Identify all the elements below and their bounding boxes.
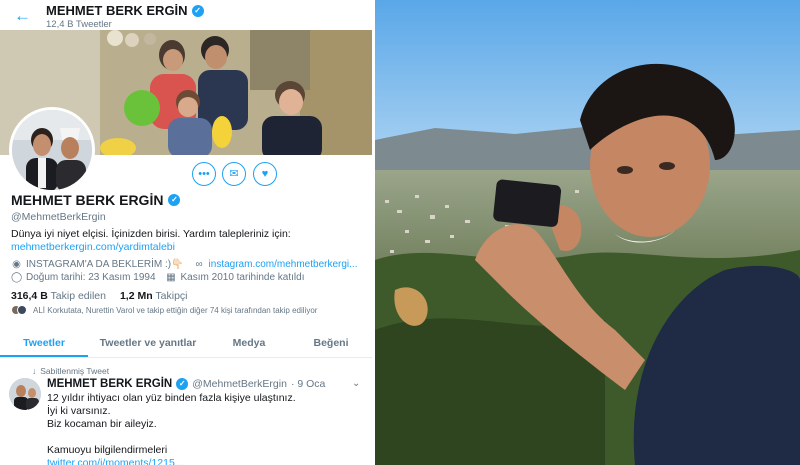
topbar-tweet-count: 12,4 B Tweetler (46, 19, 112, 30)
photo-illustration (375, 0, 800, 465)
tweet-body: 12 yıldır ihtiyacı olan yüz binden fazla… (47, 392, 347, 465)
chevron-down-icon[interactable]: ⌄ (352, 378, 360, 389)
followed-by-text: ALİ Korkutata, Nurettin Varol ve takip e… (33, 305, 318, 315)
profile-name-text: MEHMET BERK ERGİN (11, 192, 164, 208)
tweet-header: MEHMET BERK ERGİN ✓ @MehmetBerkErgin · 9… (47, 378, 325, 390)
following-label: Takip edilen (50, 290, 106, 302)
tab-likes[interactable]: Beğeni (290, 330, 372, 357)
pin-icon: ↓ (32, 366, 37, 376)
following-stat[interactable]: 316,4 B Takip edilen (11, 290, 106, 302)
followed-by-row[interactable]: ALİ Korkutata, Nurettin Varol ve takip e… (11, 305, 317, 315)
tweet-line: Biz kocaman bir aileyiz. (47, 418, 157, 430)
tweet-line: İyi ki varsınız. (47, 405, 111, 417)
calendar-icon: ▦ (166, 272, 176, 283)
tweet-line (47, 431, 347, 444)
profile-tabs: Tweetler Tweetler ve yanıtlar Medya Beğe… (0, 330, 372, 358)
profile-birthday: Doğum tarihi: 23 Kasım 1994 (26, 272, 156, 283)
verified-badge-icon: ✓ (168, 194, 181, 206)
profile-meta-row-1: ◉ INSTAGRAM'A DA BEKLERİM :)👇🏻 ∞ instagr… (11, 259, 358, 270)
tab-tweets[interactable]: Tweetler (0, 330, 88, 357)
tweet-line: 12 yıldır ihtiyacı olan yüz binden fazla… (47, 392, 296, 404)
tweet-avatar[interactable] (9, 378, 41, 410)
profile-handle: @MehmetBerkErgin (11, 211, 106, 223)
followers-stat[interactable]: 1,2 Mn Takipçi (120, 290, 188, 302)
tweet-link[interactable]: twitter.com/i/moments/1215... (47, 457, 347, 465)
location-pin-icon: ◉ (12, 259, 21, 270)
bell-plus-icon[interactable]: ♥ (253, 162, 277, 186)
mini-avatar (17, 305, 27, 315)
topbar-name: MEHMET BERK ERGİN ✓ (46, 3, 204, 18)
bio-link[interactable]: mehmetberkergin.com/yardimtalebi (11, 241, 361, 254)
profile-stats: 316,4 B Takip edilen 1,2 Mn Takipçi (11, 290, 188, 302)
topbar-name-text: MEHMET BERK ERGİN (46, 3, 188, 18)
arrow-left-icon[interactable]: ← (14, 6, 31, 26)
profile-name: MEHMET BERK ERGİN ✓ (11, 192, 181, 208)
tweet-avatar-photo (9, 378, 41, 410)
balloon-icon: ◯ (11, 272, 23, 283)
bio-text: Dünya iyi niyet elçisi. İçinizden birisi… (11, 228, 291, 240)
tweet-author-name[interactable]: MEHMET BERK ERGİN (47, 378, 172, 390)
profile-bio: Dünya iyi niyet elçisi. İçinizden birisi… (11, 228, 361, 254)
tweet-author-handle[interactable]: @MehmetBerkErgin (192, 378, 287, 390)
verified-badge-icon: ✓ (176, 378, 189, 390)
more-button[interactable]: ••• (192, 162, 216, 186)
pinned-label-row: ↓ Sabitlenmiş Tweet (32, 366, 109, 376)
avatar-photo (12, 110, 92, 190)
screenshot-root: ← MEHMET BERK ERGİN ✓ 12,4 B Tweetler ••… (0, 0, 800, 465)
followed-avatars (11, 305, 27, 315)
profile-topbar: ← MEHMET BERK ERGİN ✓ 12,4 B Tweetler (0, 0, 372, 30)
profile-location: INSTAGRAM'A DA BEKLERİM :)👇🏻 (26, 259, 184, 270)
pinned-label: Sabitlenmiş Tweet (40, 366, 110, 376)
tweet-date[interactable]: · 9 Oca (291, 378, 325, 390)
link-icon: ∞ (195, 259, 203, 270)
envelope-icon[interactable]: ✉ (222, 162, 246, 186)
tab-tweets-replies[interactable]: Tweetler ve yanıtlar (88, 330, 208, 357)
tweet-line: Kamuoyu bilgilendirmeleri (47, 444, 168, 456)
profile-joined: Kasım 2010 tarihinde katıldı (180, 272, 305, 283)
profile-website[interactable]: instagram.com/mehmetberkergi... (209, 259, 358, 270)
portrait-photo (375, 0, 800, 465)
profile-meta-row-2: ◯ Doğum tarihi: 23 Kasım 1994 ▦ Kasım 20… (11, 272, 304, 283)
verified-badge-icon: ✓ (191, 4, 204, 17)
twitter-profile-panel: ← MEHMET BERK ERGİN ✓ 12,4 B Tweetler ••… (0, 0, 372, 465)
following-count: 316,4 B (11, 290, 48, 302)
profile-avatar[interactable] (9, 107, 95, 193)
followers-count: 1,2 Mn (119, 290, 153, 302)
followers-label: Takipçi (155, 290, 188, 302)
tab-media[interactable]: Medya (208, 330, 290, 357)
